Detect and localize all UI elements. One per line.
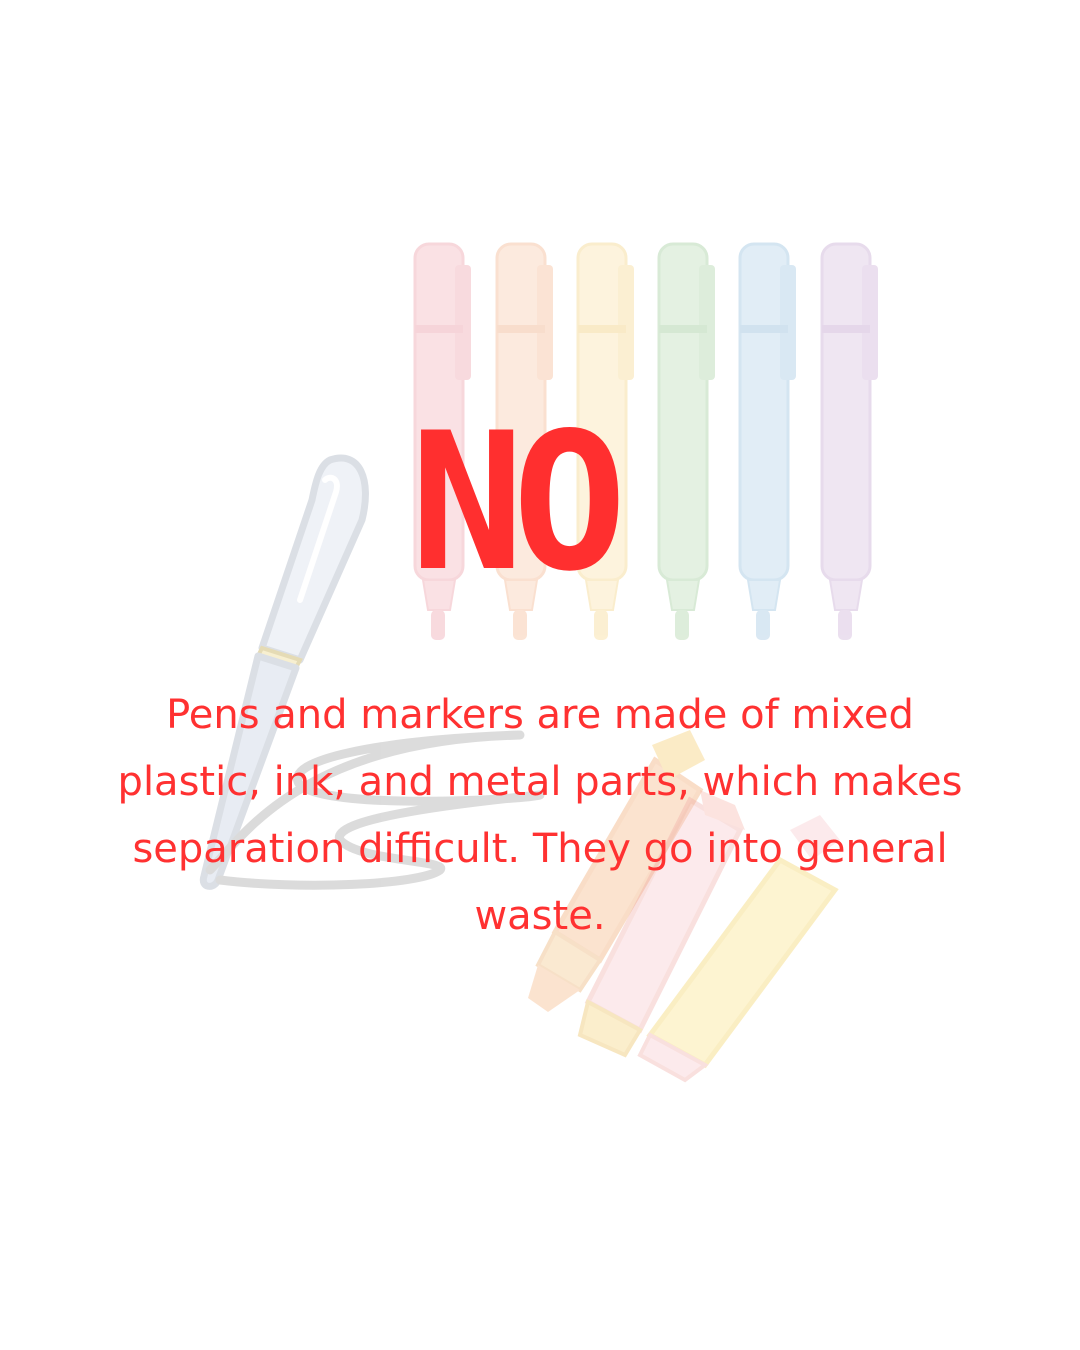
- stationery-illustration: [199, 242, 878, 1083]
- body-text: Pens and markers are made of mixed plast…: [117, 692, 963, 939]
- headline: NO: [410, 392, 627, 613]
- marker-icon: [820, 242, 878, 640]
- marker-icon: [738, 242, 796, 640]
